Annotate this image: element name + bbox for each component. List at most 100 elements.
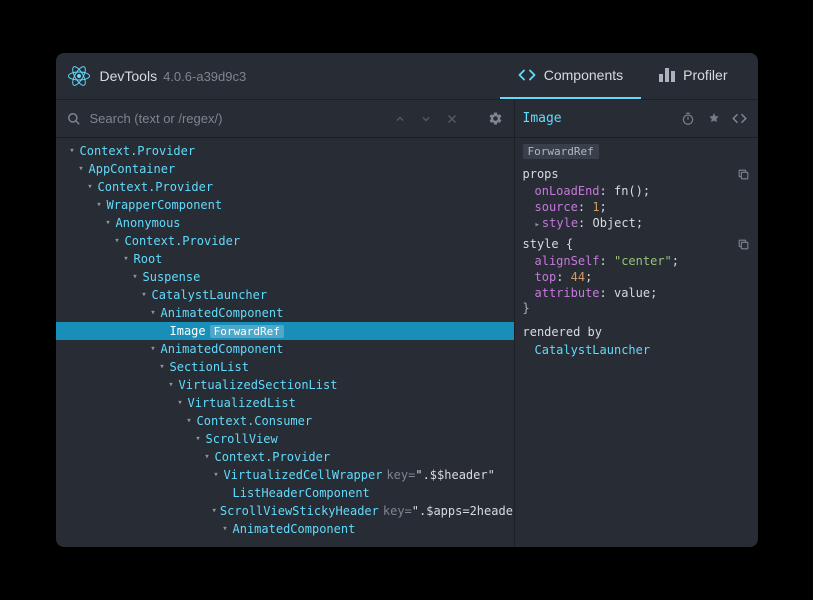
tree-node[interactable]: ▾Root	[56, 250, 514, 268]
tree-node[interactable]: ▾Anonymous	[56, 214, 514, 232]
component-name: VirtualizedSectionList	[179, 378, 338, 392]
tree-node[interactable]: ▾SectionList	[56, 358, 514, 376]
copy-button[interactable]	[737, 168, 750, 181]
searchbar	[56, 100, 514, 138]
expand-arrow-icon[interactable]: ▾	[212, 470, 221, 480]
expand-arrow-icon[interactable]: ▾	[203, 452, 212, 462]
tree-node[interactable]: ▾VirtualizedCellWrapperkey=".$$header"	[56, 466, 514, 484]
expand-arrow-icon[interactable]: ▸	[535, 220, 540, 230]
component-name: AnimatedComponent	[161, 306, 284, 320]
expand-arrow-icon[interactable]: ▾	[194, 434, 203, 444]
component-name: SectionList	[170, 360, 249, 374]
view-source-button[interactable]	[730, 109, 750, 129]
component-name: ScrollViewStickyHeader	[220, 504, 379, 518]
right-panel: Image ForwardRefpropsonLoadEnd: fn();sou…	[515, 100, 758, 547]
expand-arrow-icon[interactable]: ▾	[131, 272, 140, 282]
expand-arrow-icon[interactable]: ▾	[149, 344, 158, 354]
tree-node[interactable]: ▾Context.Consumer	[56, 412, 514, 430]
devtools-window: DevTools 4.0.6-a39d9c3 Components Profil…	[56, 53, 758, 547]
expand-arrow-icon[interactable]: ▾	[104, 218, 113, 228]
tree-node[interactable]: ▾Context.Provider	[56, 178, 514, 196]
inspector-header: Image	[515, 100, 758, 138]
tree-node[interactable]: ▾Context.Provider	[56, 448, 514, 466]
copy-button[interactable]	[737, 238, 750, 251]
tab-profiler[interactable]: Profiler	[641, 53, 745, 99]
tree-node[interactable]: ▾Context.Provider	[56, 142, 514, 160]
hoc-badge: ForwardRef	[210, 325, 284, 338]
expand-arrow-icon[interactable]: ▾	[185, 416, 194, 426]
prop-row[interactable]: ▸style: Object;	[515, 215, 758, 231]
component-name: Suspense	[143, 270, 201, 284]
expand-arrow-icon[interactable]: ▾	[149, 308, 158, 318]
tree-node[interactable]: ▾Context.Provider	[56, 232, 514, 250]
tree-node[interactable]: ▾AnimatedComponent	[56, 520, 514, 538]
titlebar: DevTools 4.0.6-a39d9c3 Components Profil…	[56, 53, 758, 100]
expand-arrow-icon[interactable]: ▾	[167, 380, 176, 390]
tree-node[interactable]: ListHeaderComponent	[56, 484, 514, 502]
rendered-by-link[interactable]: CatalystLauncher	[515, 343, 758, 357]
search-prev-button[interactable]	[390, 109, 410, 129]
component-name: VirtualizedCellWrapper	[224, 468, 383, 482]
prop-row[interactable]: alignSelf: "center";	[515, 253, 758, 269]
component-tree[interactable]: ▾Context.Provider▾AppContainer▾Context.P…	[56, 138, 514, 547]
section-header: style {	[515, 231, 758, 253]
component-name: CatalystLauncher	[152, 288, 268, 302]
inspect-dom-button[interactable]	[704, 109, 724, 129]
component-name: AppContainer	[89, 162, 176, 176]
tree-node[interactable]: ▾AppContainer	[56, 160, 514, 178]
app-version: 4.0.6-a39d9c3	[163, 69, 246, 84]
prop-row[interactable]: top: 44;	[515, 269, 758, 285]
prop-row[interactable]: source: 1;	[515, 199, 758, 215]
expand-arrow-icon[interactable]: ▾	[86, 182, 95, 192]
search-input[interactable]	[90, 111, 384, 126]
component-name: WrapperComponent	[107, 198, 223, 212]
component-name: Context.Consumer	[197, 414, 313, 428]
suspend-button[interactable]	[678, 109, 698, 129]
profiler-icon	[659, 68, 675, 82]
tree-node[interactable]: ▾WrapperComponent	[56, 196, 514, 214]
tree-node[interactable]: ▾VirtualizedList	[56, 394, 514, 412]
expand-arrow-icon[interactable]: ▾	[176, 398, 185, 408]
component-name: AnimatedComponent	[233, 522, 356, 536]
component-name: AnimatedComponent	[161, 342, 284, 356]
tree-node[interactable]: ▾Suspense	[56, 268, 514, 286]
tree-node[interactable]: ImageForwardRef	[56, 322, 514, 340]
expand-arrow-icon[interactable]: ▾	[158, 362, 167, 372]
component-name: Context.Provider	[80, 144, 196, 158]
tree-node[interactable]: ▾CatalystLauncher	[56, 286, 514, 304]
settings-button[interactable]	[486, 109, 506, 129]
tabs: Components Profiler	[500, 53, 746, 99]
expand-arrow-icon[interactable]: ▾	[122, 254, 131, 264]
closing-brace: }	[515, 301, 758, 315]
rendered-by-label: rendered by	[515, 315, 758, 343]
expand-arrow-icon[interactable]: ▾	[140, 290, 149, 300]
app-title: DevTools	[100, 68, 158, 84]
tree-node[interactable]: ▾VirtualizedSectionList	[56, 376, 514, 394]
prop-row[interactable]: onLoadEnd: fn();	[515, 183, 758, 199]
prop-row[interactable]: attribute: value;	[515, 285, 758, 301]
component-name: Context.Provider	[98, 180, 214, 194]
key-attr: key=".$apps=2header"	[383, 504, 514, 518]
tree-node[interactable]: ▾ScrollViewStickyHeader key=".$apps=2head…	[56, 502, 514, 520]
expand-arrow-icon[interactable]: ▾	[68, 146, 77, 156]
tab-label: Components	[544, 67, 623, 83]
body: ▾Context.Provider▾AppContainer▾Context.P…	[56, 100, 758, 547]
tree-node[interactable]: ▾AnimatedComponent	[56, 304, 514, 322]
search-icon	[64, 109, 84, 129]
search-clear-button[interactable]	[442, 109, 462, 129]
expand-arrow-icon[interactable]: ▾	[212, 506, 217, 516]
left-panel: ▾Context.Provider▾AppContainer▾Context.P…	[56, 100, 515, 547]
expand-arrow-icon[interactable]: ▾	[221, 524, 230, 534]
search-next-button[interactable]	[416, 109, 436, 129]
component-name: Context.Provider	[125, 234, 241, 248]
component-name: ScrollView	[206, 432, 278, 446]
type-badge: ForwardRef	[523, 144, 599, 159]
component-name: Context.Provider	[215, 450, 331, 464]
tree-node[interactable]: ▾ScrollView	[56, 430, 514, 448]
expand-arrow-icon[interactable]: ▾	[95, 200, 104, 210]
react-logo-icon	[68, 65, 90, 87]
tree-node[interactable]: ▾AnimatedComponent	[56, 340, 514, 358]
tab-components[interactable]: Components	[500, 53, 641, 99]
expand-arrow-icon[interactable]: ▾	[77, 164, 86, 174]
expand-arrow-icon[interactable]: ▾	[113, 236, 122, 246]
